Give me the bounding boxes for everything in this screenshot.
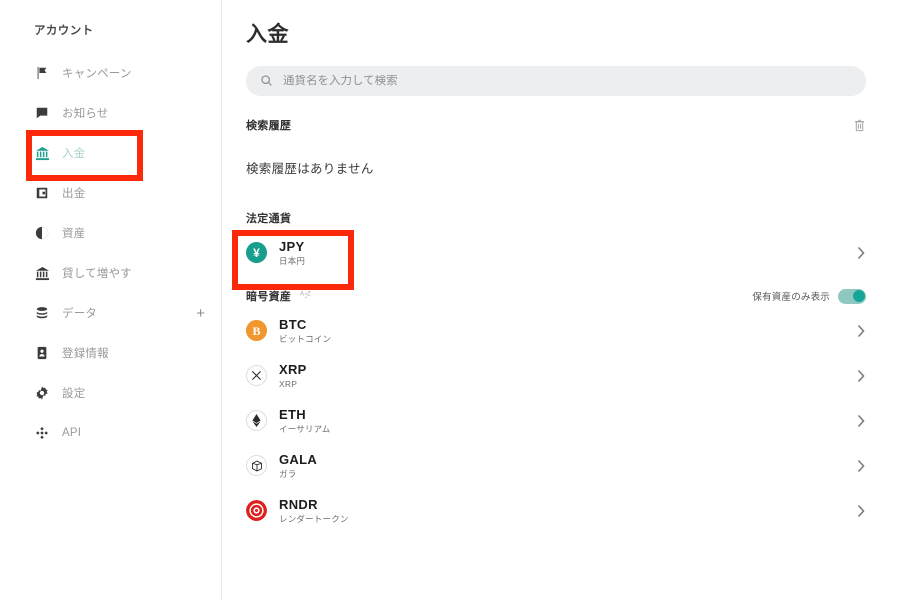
sidebar: アカウント キャンペーン お知らせ 入金 出金 資産 貸して増やす データ + … xyxy=(0,0,222,600)
crypto-section-title: 暗号資産 xyxy=(246,291,292,303)
coin-text: GALA ガラ xyxy=(279,452,317,480)
flag-icon xyxy=(34,65,50,81)
chevron-right-icon[interactable] xyxy=(856,323,866,339)
ethereum-icon xyxy=(246,410,267,431)
chevron-right-icon[interactable] xyxy=(856,368,866,384)
sidebar-item-settings[interactable]: 設定 xyxy=(0,378,221,408)
coin-name: ガラ xyxy=(279,468,297,479)
coin-text: ETH イーサリアム xyxy=(279,407,330,435)
gear-icon xyxy=(34,385,50,401)
database-icon xyxy=(34,305,50,321)
holdings-toggle-group[interactable]: 保有資産のみ表示 xyxy=(752,288,866,304)
yen-coin-icon: ¥ xyxy=(246,242,267,263)
chevron-right-icon[interactable] xyxy=(856,503,866,519)
coin-name: ビットコイン xyxy=(279,333,332,344)
sidebar-item-registration-info[interactable]: 登録情報 xyxy=(0,338,221,368)
sidebar-item-api[interactable]: API xyxy=(0,418,221,448)
pie-chart-icon xyxy=(34,225,50,241)
crypto-row-btc[interactable]: B BTC ビットコイン xyxy=(246,308,866,353)
sidebar-title: アカウント xyxy=(34,25,94,37)
sidebar-item-label: 出金 xyxy=(62,188,86,200)
chevron-right-icon[interactable] xyxy=(856,413,866,429)
sidebar-item-label: データ xyxy=(62,308,98,320)
crypto-row-eth[interactable]: ETH イーサリアム xyxy=(246,398,866,443)
coin-text: BTC ビットコイン xyxy=(279,317,331,345)
api-node-icon xyxy=(34,425,50,441)
render-icon xyxy=(246,500,267,521)
search-bar[interactable] xyxy=(246,66,866,96)
search-history-title: 検索履歴 xyxy=(246,120,292,132)
sidebar-item-assets[interactable]: 資産 xyxy=(0,218,221,248)
coin-name: イーサリアム xyxy=(279,423,331,434)
sidebar-item-withdraw[interactable]: 出金 xyxy=(0,178,221,208)
bank-icon xyxy=(34,145,50,161)
coin-symbol: ETH xyxy=(279,406,306,422)
fiat-section-title: 法定通貨 xyxy=(246,213,292,225)
sidebar-item-label: キャンペーン xyxy=(62,68,132,80)
sidebar-item-campaign[interactable]: キャンペーン xyxy=(0,58,221,88)
coin-symbol: BTC xyxy=(279,316,307,332)
sidebar-item-deposit[interactable]: 入金 xyxy=(0,138,221,168)
crypto-row-xrp[interactable]: XRP XRP xyxy=(246,353,866,398)
chevron-right-icon[interactable] xyxy=(856,245,866,261)
sidebar-item-label: 資産 xyxy=(62,228,86,240)
search-input[interactable] xyxy=(283,75,852,87)
holdings-only-toggle[interactable] xyxy=(838,288,866,304)
search-history-empty: 検索履歴はありません xyxy=(246,162,374,176)
wallet-icon xyxy=(34,185,50,201)
coin-symbol: RNDR xyxy=(279,496,318,512)
sort-az-icon[interactable]: A Z xyxy=(300,289,318,304)
id-card-icon xyxy=(34,345,50,361)
svg-text:A: A xyxy=(300,290,305,297)
crypto-row-rndr[interactable]: RNDR レンダートークン xyxy=(246,488,866,533)
xrp-icon xyxy=(246,365,267,386)
fiat-row-jpy[interactable]: ¥ JPY 日本円 xyxy=(246,230,866,275)
bitcoin-icon: B xyxy=(246,320,267,341)
sidebar-item-label: 登録情報 xyxy=(62,348,109,360)
svg-text:B: B xyxy=(252,324,260,338)
coin-symbol: JPY xyxy=(279,238,305,254)
chat-bubble-icon xyxy=(34,105,50,121)
coin-text: XRP XRP xyxy=(279,362,307,390)
sidebar-item-data[interactable]: データ + xyxy=(0,298,221,328)
chevron-right-icon[interactable] xyxy=(856,458,866,474)
coin-name: XRP xyxy=(279,378,298,389)
sidebar-item-label: お知らせ xyxy=(62,108,109,120)
sidebar-item-label: 設定 xyxy=(62,388,86,400)
holdings-toggle-label: 保有資産のみ表示 xyxy=(752,292,830,303)
trash-icon[interactable] xyxy=(853,118,866,132)
page-title: 入金 xyxy=(246,23,289,46)
svg-text:Z: Z xyxy=(307,290,311,297)
app-root: アカウント キャンペーン お知らせ 入金 出金 資産 貸して増やす データ + … xyxy=(0,0,900,600)
coin-symbol: GALA xyxy=(279,451,318,467)
coin-name: 日本円 xyxy=(279,255,306,266)
sidebar-item-label: 入金 xyxy=(62,148,86,160)
sidebar-item-label: 貸して増やす xyxy=(62,268,132,280)
toggle-knob xyxy=(852,290,865,302)
search-history-header: 検索履歴 xyxy=(246,117,866,133)
coin-name: レンダートークン xyxy=(279,513,349,524)
sidebar-item-news[interactable]: お知らせ xyxy=(0,98,221,128)
add-data-button[interactable]: + xyxy=(196,306,205,321)
sidebar-item-lending[interactable]: 貸して増やす xyxy=(0,258,221,288)
main-content: 入金 検索履歴 検索履歴はありません 法定通貨 ¥ JPY xyxy=(222,0,900,600)
gala-cube-icon xyxy=(246,455,267,476)
search-icon xyxy=(260,74,274,88)
bank-icon xyxy=(34,265,50,281)
coin-text: RNDR レンダートークン xyxy=(279,497,349,525)
coin-text: JPY 日本円 xyxy=(279,239,305,267)
crypto-row-gala[interactable]: GALA ガラ xyxy=(246,443,866,488)
crypto-section-header: 暗号資産 A Z 保有資産のみ表示 xyxy=(246,288,866,304)
sidebar-item-label: API xyxy=(62,427,82,439)
coin-symbol: XRP xyxy=(279,361,307,377)
